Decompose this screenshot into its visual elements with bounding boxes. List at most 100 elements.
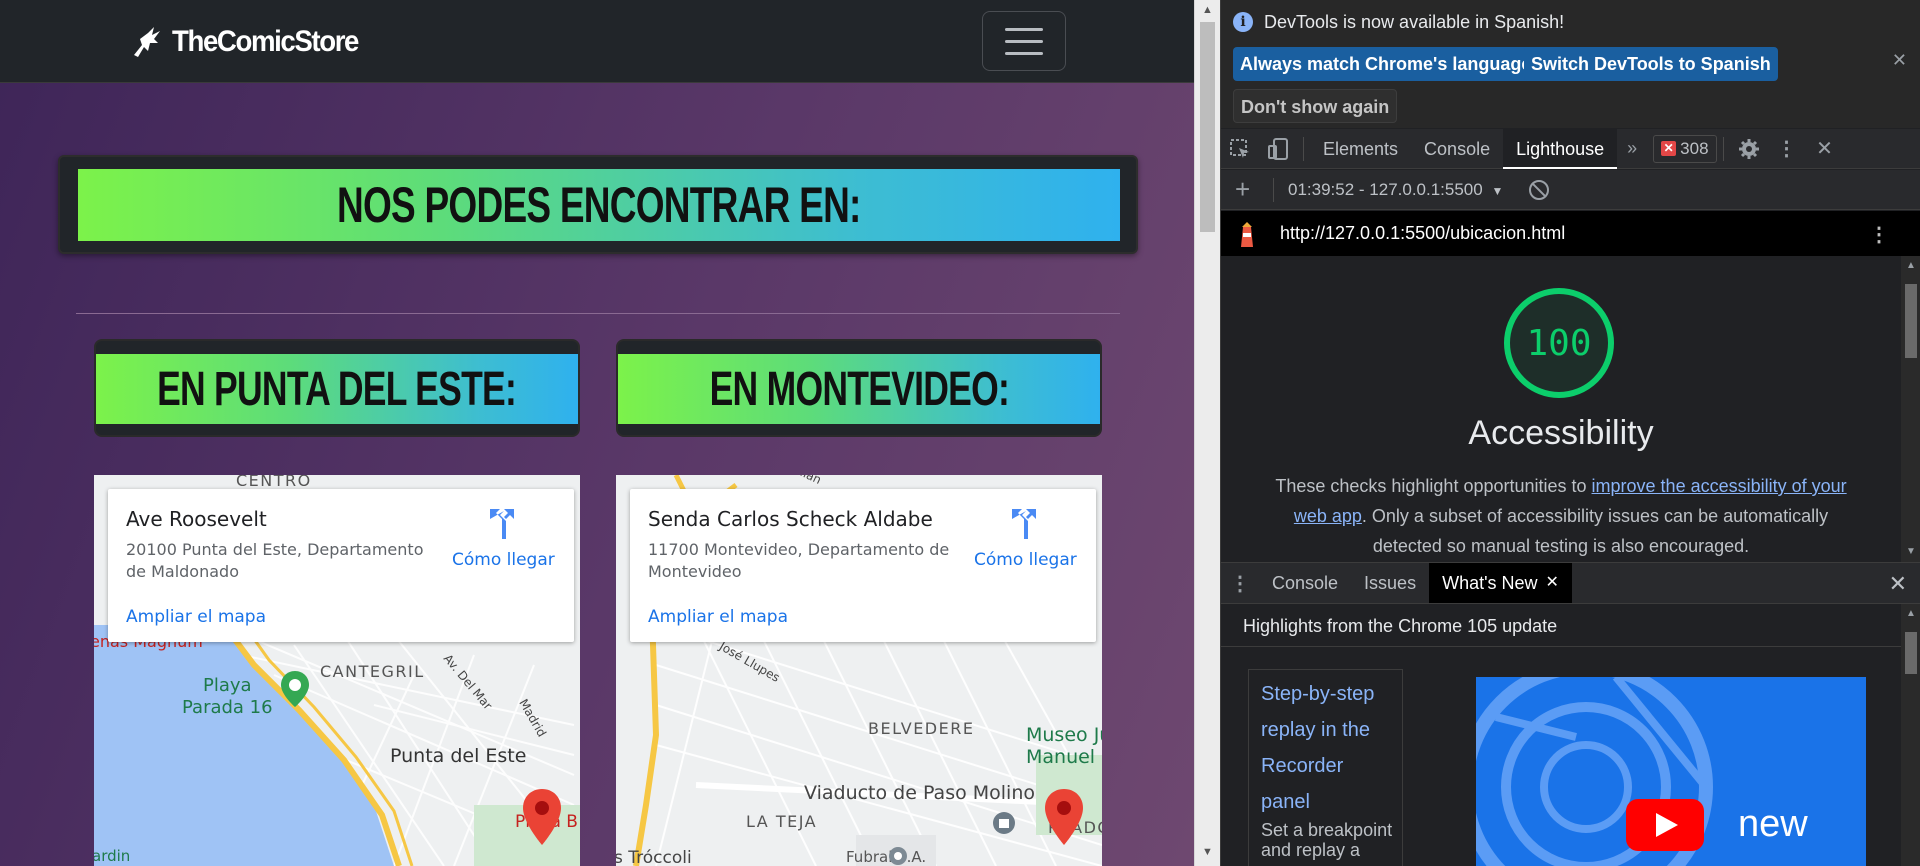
- feature-title[interactable]: Step-by-step replay in the Recorder pane…: [1261, 676, 1396, 820]
- report-session: 01:39:52 - 127.0.0.1:5500: [1288, 180, 1483, 199]
- divider: [76, 313, 1120, 314]
- devtools-panel: i DevTools is now available in Spanish! …: [1220, 0, 1920, 866]
- scroll-down-icon[interactable]: ▼: [1202, 846, 1213, 858]
- brand-link[interactable]: TheComicStore: [128, 22, 374, 62]
- enlarge-map-link[interactable]: Ampliar el mapa: [126, 607, 266, 627]
- map-label: ardin: [94, 847, 131, 865]
- dont-show-again-button[interactable]: Don't show again: [1233, 89, 1398, 123]
- lighthouse-toolbar: + 01:39:52 - 127.0.0.1:5500 ▼: [1221, 170, 1920, 210]
- whats-new-scrollbar[interactable]: ▲: [1901, 604, 1920, 866]
- scroll-down-icon[interactable]: ▼: [1906, 546, 1916, 557]
- map-label: CENTRO: [236, 475, 312, 490]
- map-info-card: Senda Carlos Scheck Aldabe 11700 Montevi…: [630, 489, 1096, 642]
- drawer-tab-whats-new[interactable]: What's New ✕: [1429, 563, 1572, 603]
- more-tabs-icon[interactable]: »: [1617, 129, 1647, 169]
- navbar-toggler-button[interactable]: [982, 11, 1066, 71]
- hamburger-icon: [1005, 27, 1043, 31]
- map-label: BELVEDERE: [868, 719, 975, 738]
- tab-lighthouse[interactable]: Lighthouse: [1503, 128, 1618, 169]
- drawer-tab-issues[interactable]: Issues: [1351, 563, 1429, 603]
- scrollbar-thumb[interactable]: [1200, 22, 1215, 232]
- info-icon: i: [1233, 12, 1253, 32]
- error-count-badge[interactable]: ✕ 308: [1653, 134, 1717, 163]
- close-devtools-icon[interactable]: ✕: [1806, 129, 1844, 169]
- lighthouse-logo-icon: [1241, 222, 1253, 247]
- report-url: http://127.0.0.1:5500/ubicacion.html: [1280, 223, 1566, 243]
- location-pin-icon[interactable]: [522, 789, 562, 845]
- report-menu-icon[interactable]: ⋮: [1869, 222, 1889, 247]
- drawer-menu-icon[interactable]: ⋮: [1221, 563, 1259, 603]
- enlarge-map-link[interactable]: Ampliar el mapa: [648, 607, 788, 627]
- device-toolbar-icon[interactable]: [1259, 129, 1297, 169]
- park-marker-icon[interactable]: [280, 671, 310, 707]
- map-label: Viaducto de Paso Molino: [804, 782, 1036, 804]
- feature-description: Set a breakpoint and replay a: [1261, 820, 1393, 860]
- drawer-tabbar: ⋮ Console Issues What's New ✕ ✕: [1221, 562, 1920, 604]
- tab-elements[interactable]: Elements: [1310, 129, 1411, 169]
- category-description: These checks highlight opportunities to …: [1275, 476, 1847, 556]
- place-address: 11700 Montevideo, Departamento de Montev…: [648, 540, 950, 581]
- settings-gear-icon[interactable]: [1730, 129, 1768, 169]
- close-tab-icon[interactable]: ✕: [1546, 563, 1559, 603]
- error-count: 308: [1680, 138, 1709, 158]
- report-scrollbar[interactable]: ▲ ▼: [1901, 256, 1920, 562]
- scroll-up-icon[interactable]: ▲: [1202, 4, 1213, 16]
- map-info-card: Ave Roosevelt 20100 Punta del Este, Depa…: [108, 489, 574, 642]
- drawer-tab-console[interactable]: Console: [1259, 563, 1351, 603]
- report-selector[interactable]: 01:39:52 - 127.0.0.1:5500 ▼: [1288, 180, 1503, 200]
- place-marker-icon[interactable]: [888, 846, 908, 866]
- map-label: Playa Parada 16: [182, 675, 273, 718]
- hero-title: NOS PODES ENCONTRAR EN:: [337, 177, 861, 233]
- directions-icon[interactable]: [1008, 505, 1040, 541]
- lighthouse-url-bar: http://127.0.0.1:5500/ubicacion.html ⋮: [1221, 211, 1920, 256]
- youtube-play-icon[interactable]: [1626, 799, 1704, 851]
- category-title: Accessibility: [1468, 414, 1654, 452]
- directions-icon[interactable]: [486, 505, 518, 541]
- close-drawer-icon[interactable]: ✕: [1889, 571, 1907, 597]
- place-name: Senda Carlos Scheck Aldabe: [648, 507, 933, 531]
- inspect-element-icon[interactable]: [1221, 129, 1259, 169]
- match-language-button[interactable]: Always match Chrome's language: [1233, 47, 1539, 81]
- city-heading-box-punta: EN PUNTA DEL ESTE:: [94, 339, 580, 437]
- close-icon[interactable]: ✕: [1892, 50, 1907, 71]
- location-pin-icon[interactable]: [1044, 789, 1084, 845]
- directions-link[interactable]: Cómo llegar: [452, 550, 555, 570]
- map-montevideo[interactable]: BELVEDERE Museo Ju Manuel Blan Viaducto …: [616, 475, 1102, 866]
- scroll-up-icon[interactable]: ▲: [1906, 608, 1916, 619]
- feature-card[interactable]: Step-by-step replay in the Recorder pane…: [1248, 669, 1403, 866]
- clear-reports-icon[interactable]: [1529, 180, 1549, 200]
- infobar-message: DevTools is now available in Spanish!: [1264, 12, 1565, 32]
- video-thumbnail[interactable]: new: [1476, 677, 1866, 866]
- page-scrollbar[interactable]: ▲ ▼: [1194, 0, 1220, 866]
- brand-name: TheComicStore: [172, 25, 359, 58]
- scroll-up-icon[interactable]: ▲: [1906, 260, 1916, 271]
- city-heading-montevideo: EN MONTEVIDEO:: [709, 362, 1009, 416]
- score-value: 100: [1526, 322, 1592, 364]
- error-icon: ✕: [1661, 141, 1677, 156]
- map-label: s Tróccoli: [616, 848, 692, 866]
- city-heading-box-montevideo: EN MONTEVIDEO:: [616, 339, 1102, 437]
- switch-language-button[interactable]: Switch DevTools to Spanish: [1524, 47, 1778, 81]
- navbar: TheComicStore: [0, 0, 1194, 83]
- map-label: LA TEJA: [746, 812, 818, 831]
- language-infobar: i DevTools is now available in Spanish! …: [1221, 0, 1920, 128]
- website-viewport: TheComicStore NOS PODES ENCONTRAR EN: EN…: [0, 0, 1194, 866]
- tab-console[interactable]: Console: [1411, 129, 1503, 169]
- new-report-icon[interactable]: +: [1235, 174, 1250, 205]
- hero-banner: NOS PODES ENCONTRAR EN:: [58, 155, 1138, 254]
- map-label: Fubral S.A.: [846, 848, 927, 866]
- more-options-icon[interactable]: ⋮: [1768, 129, 1806, 169]
- landmark-marker-icon[interactable]: [992, 811, 1016, 835]
- map-label: Museo Ju Manuel Blan: [1026, 724, 1102, 768]
- directions-link[interactable]: Cómo llegar: [974, 550, 1077, 570]
- map-punta-del-este[interactable]: CENTRO CANTEGRIL Playa Parada 16 Punta d…: [94, 475, 580, 866]
- video-caption: new: [1738, 803, 1808, 845]
- score-gauge: 100: [1504, 288, 1614, 398]
- place-name: Ave Roosevelt: [126, 507, 267, 531]
- devtools-tabbar: Elements Console Lighthouse » ✕ 308 ⋮ ✕: [1221, 128, 1920, 169]
- place-address: 20100 Punta del Este, Departamento de Ma…: [126, 540, 424, 581]
- city-heading-punta: EN PUNTA DEL ESTE:: [157, 362, 517, 416]
- whats-new-heading: Highlights from the Chrome 105 update: [1243, 616, 1558, 636]
- whats-new-panel: Highlights from the Chrome 105 update St…: [1221, 604, 1901, 866]
- lighthouse-report: 100 Accessibility These checks highlight…: [1221, 256, 1901, 562]
